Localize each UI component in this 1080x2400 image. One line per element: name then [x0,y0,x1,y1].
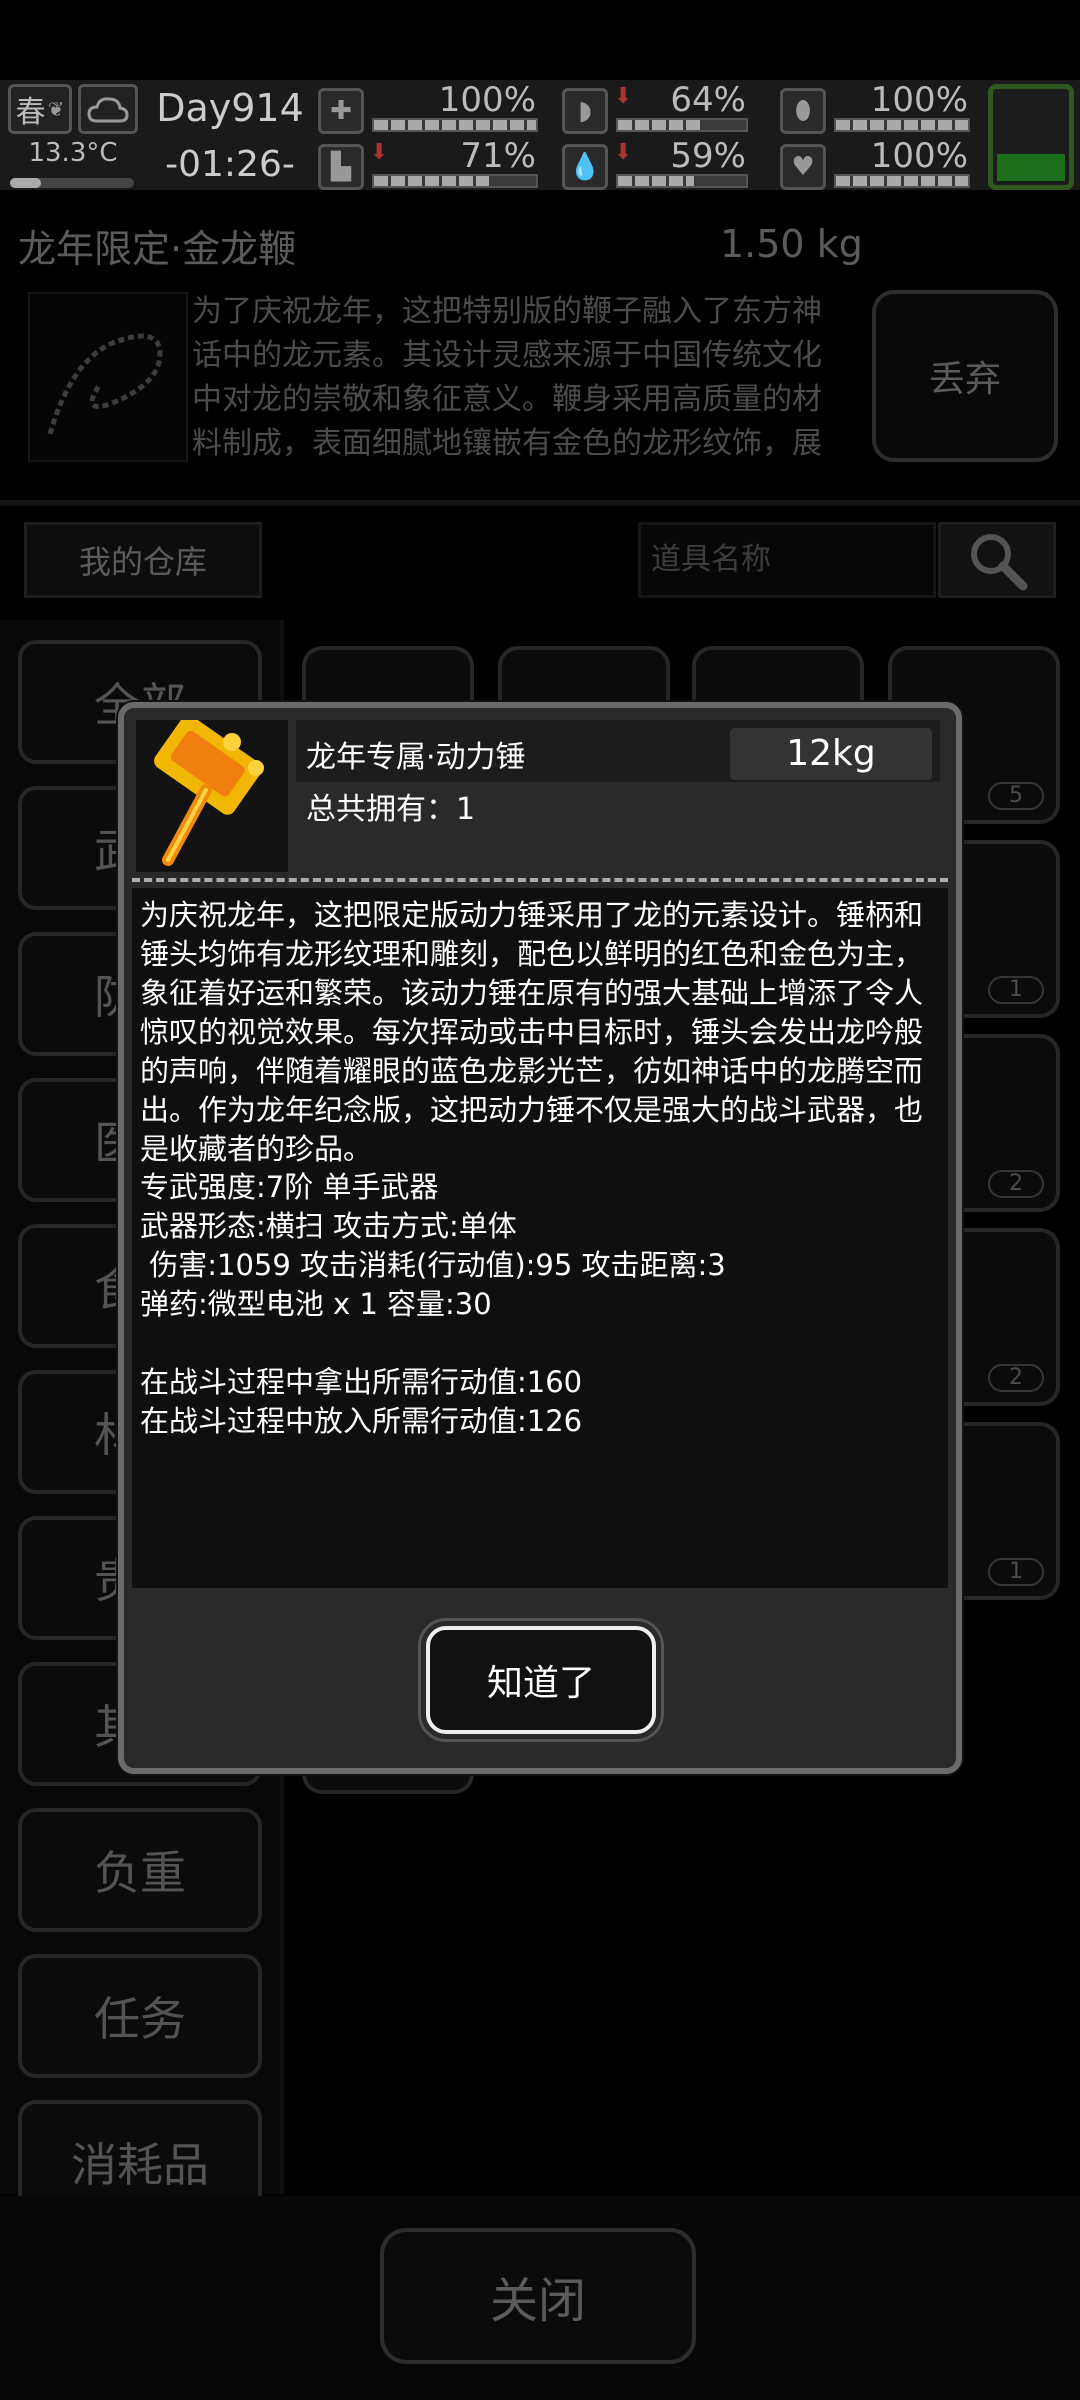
stat-meter: ▙ ⬇ 71% [318,136,540,194]
temperature-bar [10,178,134,188]
dialog-stat-line: 专武强度:7阶 单手武器 [140,1170,439,1204]
weather-badge [78,84,138,134]
stat-value: 100% [870,136,968,176]
stat-bar [616,118,748,132]
boot-icon: ▙ [318,144,364,190]
mask-icon: ⬮ [780,88,826,134]
dialog-owned-count: 总共拥有：1 [306,792,476,827]
category-button[interactable]: 任务 [18,1954,262,2078]
medkit-icon: ✚ [318,88,364,134]
season-badge: 春 ❦ [8,84,72,134]
dialog-description-text: 为庆祝龙年，这把限定版动力锤采用了龙的元素设计。锤柄和锤头均饰有龙形纹理和雕刻，… [140,898,924,1166]
whip-item-image [28,292,188,462]
leaf-icon: ❦ [47,97,65,121]
arrow-down-icon: ⬇ [370,140,389,165]
stat-meter: 💧 ⬇ 59% [562,136,750,194]
stat-meter: ⬮ 100% [780,80,972,138]
arrow-down-icon: ⬇ [614,84,633,109]
selected-item-weight: 1.50 kg [720,222,863,266]
dashed-divider [132,878,948,882]
stat-value: 71% [460,136,536,176]
season-label: 春 [15,95,46,130]
search-icon [971,534,1028,591]
stat-bar [834,174,970,188]
stat-meter: ♥ 100% [780,136,972,194]
stat-bar [372,118,538,132]
day-counter: Day914 [156,86,304,130]
acknowledge-button[interactable]: 知道了 [426,1626,656,1734]
cloud-icon [87,97,129,123]
item-count-badge: 2 [988,1170,1044,1198]
stat-value: 59% [670,136,746,176]
search-input[interactable]: 道具名称 [638,522,936,598]
dialog-stat-line: 武器形态:横扫 攻击方式:单体 [140,1209,517,1243]
stat-meter: ◗ ⬇ 64% [562,80,750,138]
dialog-stat-line: 伤害:1059 攻击消耗(行动值):95 攻击距离:3 [140,1248,726,1282]
search-button[interactable] [938,522,1056,598]
item-count-badge: 1 [988,976,1044,1004]
dialog-description: 为庆祝龙年，这把限定版动力锤采用了龙的元素设计。锤柄和锤头均饰有龙形纹理和雕刻，… [140,896,940,1169]
stat-bar [372,174,538,188]
dialog-stat-line: 在战斗过程中拿出所需行动值:160 [140,1365,583,1399]
arrow-down-icon: ⬇ [614,140,633,165]
warehouse-tab[interactable]: 我的仓库 [24,522,262,598]
dialog-stats: 专武强度:7阶 单手武器武器形态:横扫 攻击方式:单体 伤害:1059 攻击消耗… [140,1168,940,1441]
discard-button[interactable]: 丢弃 [872,290,1058,462]
heart-icon: ♥ [780,144,826,190]
game-clock: -01:26- [165,144,295,185]
close-button[interactable]: 关闭 [380,2228,696,2364]
item-count-badge: 5 [988,782,1044,810]
stat-value: 64% [670,80,746,120]
category-button[interactable]: 负重 [18,1808,262,1932]
divider [0,500,1080,506]
dialog-item-weight: 12kg [730,728,932,780]
dialog-stat-line: 弹药:微型电池 x 1 容量:30 [140,1287,492,1321]
item-count-badge: 1 [988,1558,1044,1586]
stomach-icon: ◗ [562,88,608,134]
item-count-badge: 2 [988,1364,1044,1392]
power-hammer-icon [136,715,288,872]
battery-indicator [988,84,1074,190]
selected-item-name: 龙年限定·金龙鞭 [18,227,297,271]
dialog-stat-line [140,1324,940,1363]
stat-value: 100% [438,80,536,120]
stat-bar [834,118,970,132]
selected-item-description: 为了庆祝龙年，这把特别版的鞭子融入了东方神话中的龙元素。其设计灵感来源于中国传统… [192,294,822,458]
stat-meter: ✚ 100% [318,80,540,138]
dialog-stat-line: 在战斗过程中放入所需行动值:126 [140,1404,583,1438]
dialog-item-title: 龙年专属·动力锤 [306,740,526,775]
stat-value: 100% [870,80,968,120]
stat-bar [616,174,748,188]
water-drop-icon: 💧 [562,144,608,190]
